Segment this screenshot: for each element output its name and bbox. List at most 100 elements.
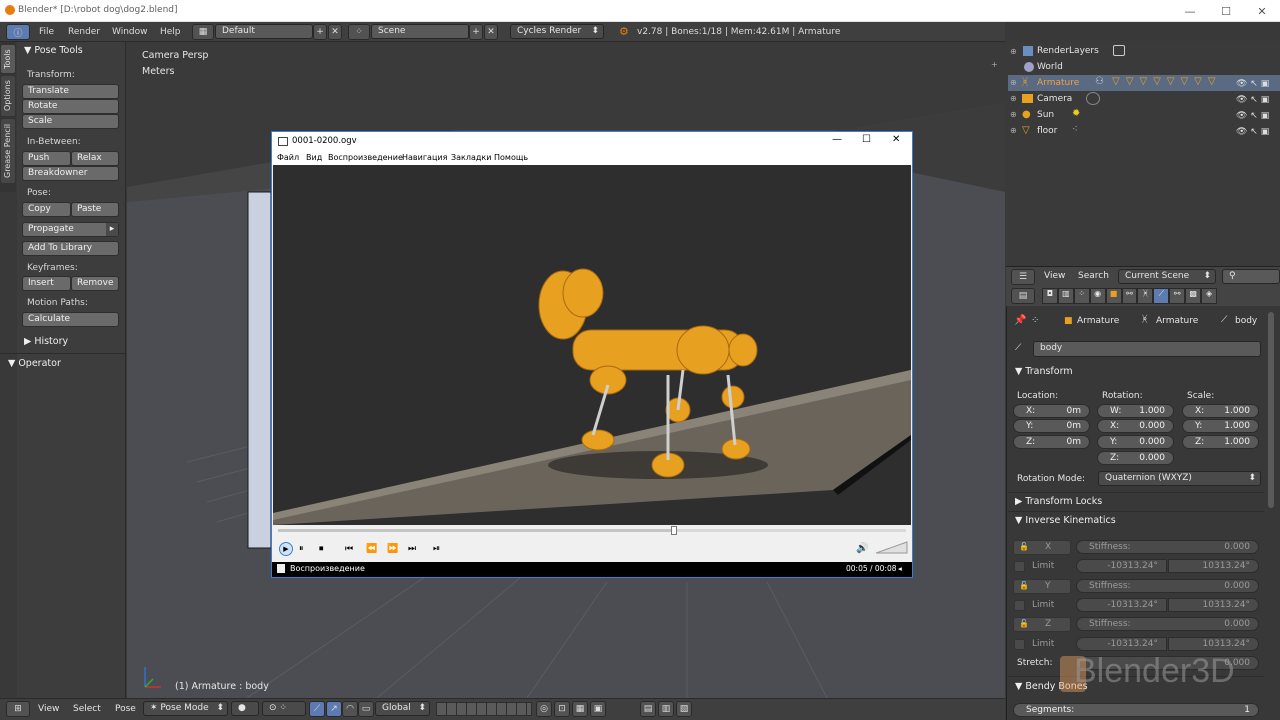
render-engine-select[interactable]: Cycles Render ⬍ xyxy=(510,24,604,39)
previous-icon[interactable]: ⏮ xyxy=(345,544,353,554)
ik-max-x-field[interactable]: 10313.24° xyxy=(1168,559,1259,573)
player-close-icon[interactable]: ✕ xyxy=(892,134,900,145)
render-preview-icon[interactable]: ▣ xyxy=(590,701,606,717)
expand-icon[interactable]: ⊕ xyxy=(1010,47,1017,56)
outliner-item-renderlayers[interactable]: RenderLayers xyxy=(1037,46,1099,56)
editor-type-outliner-icon[interactable]: ☰ xyxy=(1011,269,1035,285)
scene-select[interactable]: Scene xyxy=(371,24,469,39)
ik-max-z-field[interactable]: 10313.24° xyxy=(1168,637,1259,651)
seek-bar[interactable] xyxy=(278,526,906,535)
ik-lock-x-toggle[interactable]: 🔓 X xyxy=(1013,540,1071,555)
translate-button[interactable]: Translate xyxy=(22,84,119,99)
volume-slider[interactable] xyxy=(876,540,908,554)
operator-panel-header[interactable]: ▼ Operator xyxy=(8,358,61,369)
translate-manipulator-icon[interactable]: ↗ xyxy=(326,701,342,717)
tab-grease-pencil[interactable]: Grease Pencil xyxy=(1,119,15,183)
calculate-button[interactable]: Calculate xyxy=(22,312,119,327)
paste-pose-icon[interactable]: ▥ xyxy=(658,701,674,717)
editor-type-3d-view-icon[interactable]: ⊞ xyxy=(6,701,30,717)
data-tab-icon[interactable]: ᚸ xyxy=(1137,288,1154,304)
close-icon[interactable]: ✕ xyxy=(1244,0,1280,22)
menu-view[interactable]: View xyxy=(38,704,59,714)
history-panel-header[interactable]: ▶ History xyxy=(24,336,68,347)
frame-step-icon[interactable]: ⏯ xyxy=(433,544,440,554)
outliner-item-armature[interactable]: Armature xyxy=(1037,78,1079,88)
menu-search[interactable]: Search xyxy=(1078,271,1109,281)
texture-tab-icon[interactable]: ▩ xyxy=(1185,288,1202,304)
transform-panel-header[interactable]: ▼ Transform xyxy=(1015,366,1073,377)
menu-help[interactable]: Help xyxy=(160,27,181,37)
properties-scrollbar[interactable] xyxy=(1268,312,1274,508)
ik-min-x-field[interactable]: -10313.24° xyxy=(1076,559,1167,573)
copy-pose-button[interactable]: Copy xyxy=(22,202,71,217)
rotation-w-field[interactable]: W: 1.000 xyxy=(1097,404,1174,418)
ik-stiffness-x-field[interactable]: Stiffness: 0.000 xyxy=(1076,540,1259,554)
play-icon[interactable]: ▶ xyxy=(279,542,293,556)
bone-name-field[interactable]: body xyxy=(1033,341,1261,357)
menu-window[interactable]: Window xyxy=(112,27,148,37)
pause-icon[interactable]: ⏸ xyxy=(299,544,304,554)
tab-tools[interactable]: Tools xyxy=(1,45,15,73)
ik-limit-x-checkbox[interactable] xyxy=(1014,561,1025,572)
ik-lock-z-toggle[interactable]: 🔓 Z xyxy=(1013,617,1071,632)
pivot-point-select[interactable]: ⊙ ⁘ xyxy=(262,701,306,716)
relax-button[interactable]: Relax xyxy=(71,151,119,166)
stop-icon[interactable]: ⏹ xyxy=(319,544,324,554)
ik-limit-y-checkbox[interactable] xyxy=(1014,600,1025,611)
player-menu-help[interactable]: Помощь xyxy=(494,153,528,162)
player-menu-playback[interactable]: Воспроизведение xyxy=(328,153,403,162)
ik-lock-y-toggle[interactable]: 🔓 Y xyxy=(1013,579,1071,594)
add-scene-icon[interactable]: + xyxy=(469,24,483,40)
menu-file[interactable]: File xyxy=(39,27,54,37)
location-z-field[interactable]: Z: 0m xyxy=(1013,435,1090,449)
physics-tab-icon[interactable]: ◈ xyxy=(1201,288,1217,304)
transform-orientation-select[interactable]: Global ⬍ xyxy=(375,701,430,716)
menu-pose[interactable]: Pose xyxy=(115,704,136,714)
scene-tab-icon[interactable]: ⁘ xyxy=(1073,288,1090,304)
video-frame[interactable] xyxy=(273,165,911,525)
rotation-x-field[interactable]: X: 0.000 xyxy=(1097,419,1174,433)
transform-locks-panel-header[interactable]: ▶ Transform Locks xyxy=(1015,496,1102,507)
push-button[interactable]: Push xyxy=(22,151,71,166)
rotation-mode-select[interactable]: Quaternion (WXYZ) ⬍ xyxy=(1098,471,1261,486)
outliner-item-world[interactable]: World xyxy=(1037,62,1063,72)
object-tab-icon[interactable]: ■ xyxy=(1105,288,1122,304)
insert-keyframe-button[interactable]: Insert xyxy=(22,276,71,291)
outliner-item-floor[interactable]: floor xyxy=(1037,126,1057,136)
ik-min-z-field[interactable]: -10313.24° xyxy=(1076,637,1167,651)
snap-element-icon[interactable]: ▦ xyxy=(572,701,588,717)
ik-stiffness-z-field[interactable]: Stiffness: 0.000 xyxy=(1076,617,1259,631)
breakdowner-button[interactable]: Breakdowner xyxy=(22,166,119,181)
properties-context-tabs[interactable]: ◘ ▥ ⁘ ◉ ■ ⚯ ᚸ ⟋ ⚯ ▩ ◈ xyxy=(1042,288,1217,304)
scale-manipulator-icon[interactable]: ▭ xyxy=(358,701,374,717)
scale-z-field[interactable]: Z: 1.000 xyxy=(1182,435,1259,449)
player-menu-bookmarks[interactable]: Закладки xyxy=(451,153,491,162)
rotation-y-field[interactable]: Y: 0.000 xyxy=(1097,435,1174,449)
constraints-tab-icon[interactable]: ⚯ xyxy=(1121,288,1138,304)
menu-select[interactable]: Select xyxy=(73,704,101,714)
player-maximize-icon[interactable]: ☐ xyxy=(862,134,871,145)
ik-min-y-field[interactable]: -10313.24° xyxy=(1076,598,1167,612)
rotate-button[interactable]: Rotate xyxy=(22,99,119,114)
outliner-item-camera[interactable]: Camera xyxy=(1037,94,1072,104)
player-minimize-icon[interactable]: — xyxy=(832,134,842,145)
minimize-icon[interactable]: — xyxy=(1172,0,1208,22)
next-icon[interactable]: ⏭ xyxy=(408,544,416,554)
fast-forward-icon[interactable]: ⏩ xyxy=(387,544,398,554)
menu-view[interactable]: View xyxy=(1044,271,1065,281)
viewport-toggles[interactable]: ◎ ⊡ ▦ ▣ xyxy=(536,701,636,717)
editor-type-properties-icon[interactable]: ▤ xyxy=(1011,288,1035,304)
propagate-button[interactable]: Propagate ▸ xyxy=(22,222,119,237)
expand-icon[interactable]: ⊕ xyxy=(1010,94,1017,103)
ik-limit-z-checkbox[interactable] xyxy=(1014,639,1025,650)
add-layout-icon[interactable]: + xyxy=(313,24,327,40)
tab-options[interactable]: Options xyxy=(1,76,15,116)
player-menu-navigation[interactable]: Навигация xyxy=(402,153,447,162)
renderlayer-link-icon[interactable] xyxy=(1113,45,1125,56)
maximize-icon[interactable]: ☐ xyxy=(1208,0,1244,22)
expand-icon[interactable]: ⊕ xyxy=(1010,110,1017,119)
mode-select[interactable]: ✶ Pose Mode ⬍ xyxy=(143,701,228,716)
seek-thumb[interactable] xyxy=(670,526,677,535)
editor-type-info-icon[interactable]: ⓘ xyxy=(6,24,30,40)
scale-button[interactable]: Scale xyxy=(22,114,119,129)
